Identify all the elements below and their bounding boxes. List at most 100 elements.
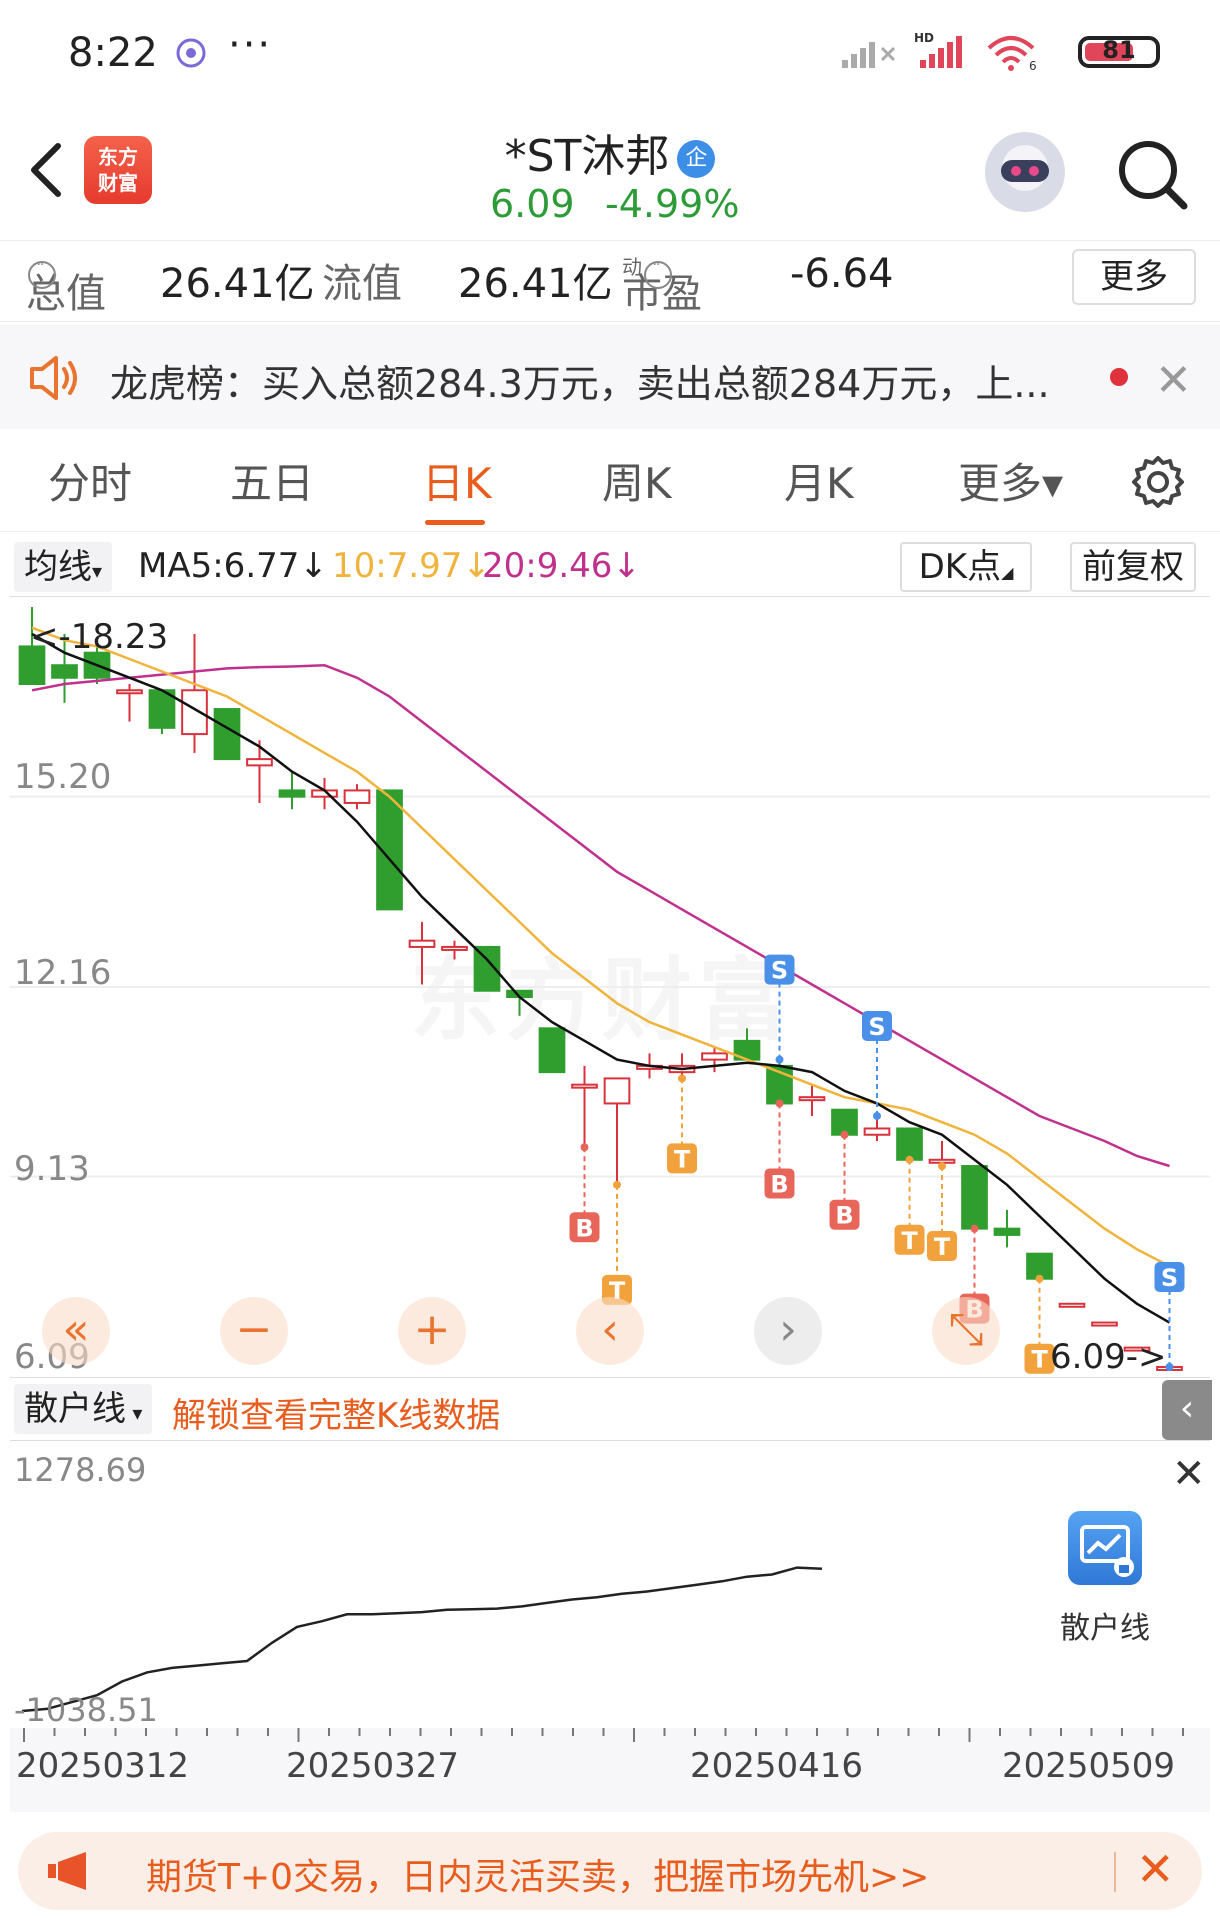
close-icon[interactable]: ✕ (1136, 1842, 1175, 1896)
metrics-row: 总值 26.41亿 流值 26.41亿 市盈动 -6.64 更多 (0, 240, 1220, 322)
sub-y-max: 1278.69 (14, 1451, 147, 1489)
sub-indicator-selector[interactable]: 散户线 ▾ (14, 1384, 153, 1434)
tab-monthly-k[interactable]: 月K (784, 450, 854, 511)
candle-body (538, 1027, 566, 1074)
ma20-text: 20:9.46 (482, 546, 613, 586)
x-label-2: 20250327 (286, 1746, 460, 1786)
signal-label: T (901, 1227, 918, 1255)
zoom-out-button[interactable]: − (220, 1297, 288, 1365)
status-time: 8:22 (68, 30, 158, 76)
signal-dot (1035, 1274, 1044, 1283)
candle-body (701, 1052, 728, 1061)
period-tabs: 分时 五日 日K 周K 月K 更多▾ (0, 432, 1220, 532)
forward-adjust-button[interactable]: 前复权 (1070, 542, 1196, 592)
x-label-4: 20250509 (1002, 1746, 1176, 1786)
unlock-link[interactable]: 解锁查看完整K线数据 (172, 1388, 500, 1437)
more-metrics-button[interactable]: 更多 (1072, 249, 1196, 305)
y-label-1: 15.20 (14, 757, 112, 797)
close-icon[interactable]: ✕ (1155, 355, 1192, 406)
candle-body (181, 689, 208, 736)
assistant-robot-icon[interactable] (985, 132, 1065, 212)
signal-dot (775, 1055, 784, 1064)
info-icon[interactable] (644, 257, 672, 289)
status-indicators: HD 6 81 (840, 30, 1160, 74)
battery-level: 81 (1102, 36, 1136, 64)
signal-icon (842, 42, 896, 68)
candle-body (798, 1096, 826, 1102)
svg-text:HD: HD (914, 31, 934, 45)
ma-selector[interactable]: 均线▾ (14, 542, 113, 592)
sub-indicator-bar: 散户线 ▾ 解锁查看完整K线数据 ‹ (0, 1380, 1220, 1440)
signal-label: T (674, 1145, 691, 1173)
ma20-line (31, 663, 1170, 1168)
retail-line (21, 1566, 823, 1713)
candle-body (993, 1227, 1021, 1236)
ma20-trend-icon: ↓ (612, 546, 641, 586)
candle-body (116, 689, 143, 695)
high-price-marker: <-18.23 (30, 617, 169, 657)
promo-text: 期货T+0交易，日内灵活买卖，把握市场先机>> (146, 1857, 930, 1898)
first-page-button[interactable]: « (42, 1297, 110, 1365)
signal-dot (840, 1130, 849, 1139)
kline-chart[interactable]: 东方财富 BTTSBBSTTBTS 15.20 12.16 9.13 6.09 … (10, 596, 1210, 1378)
stock-name: *ST沐邦 (504, 131, 670, 182)
gear-icon[interactable] (1130, 454, 1186, 510)
retail-line-promo-label: 散户线 (1060, 1611, 1150, 1646)
ma5-text: MA5:6.77 (138, 546, 300, 586)
signal-dot (580, 1143, 589, 1152)
alert-bar[interactable]: 龙虎榜：买入总额284.3万元，卖出总额284万元，上... ✕ (0, 325, 1220, 429)
candle-body (603, 1077, 631, 1105)
tab-five-day[interactable]: 五日 (230, 450, 314, 511)
signal-dot (1165, 1363, 1174, 1371)
float-value: 26.41亿 (458, 261, 613, 307)
candle-body (51, 664, 78, 679)
signal-label: B (770, 1170, 788, 1198)
status-bar: 8:22 ··· HD 6 81 (0, 0, 1220, 110)
collapse-icon[interactable]: ‹ (1162, 1380, 1212, 1440)
signal-label: S (1161, 1264, 1178, 1292)
battery-icon: 81 (1078, 36, 1160, 68)
wifi-icon: 6 (987, 36, 1037, 72)
ma10-text: 10:7.97 (332, 546, 463, 586)
signal-dot (775, 1099, 784, 1108)
dk-point-button[interactable]: DK点◢ (900, 542, 1032, 592)
next-button[interactable]: › (754, 1297, 822, 1365)
alert-text: 龙虎榜：买入总额284.3万元，卖出总额284万元，上... (110, 362, 1050, 406)
close-icon[interactable]: ✕ (1172, 1451, 1206, 1497)
tab-more[interactable]: 更多▾ (958, 450, 1063, 511)
pe-label-group: 市盈动 (622, 251, 702, 317)
candle-body (246, 758, 273, 767)
tab-intraday[interactable]: 分时 (48, 450, 132, 511)
notification-icon (176, 38, 206, 68)
candle-body (1058, 1302, 1086, 1308)
info-icon[interactable] (28, 257, 56, 289)
stock-price: 6.09 (490, 182, 575, 226)
y-label-2: 12.16 (14, 953, 112, 993)
candle-body (343, 789, 371, 804)
signal-label: S (771, 957, 788, 985)
retail-line-chart[interactable]: 1278.69 -1038.51 ✕ 散户线 (10, 1440, 1210, 1730)
fullscreen-button[interactable]: ⤡ (932, 1297, 1000, 1365)
ma5-trend-icon: ↓ (299, 546, 328, 586)
retail-line-promo[interactable]: 散户线 (1000, 1511, 1210, 1681)
enterprise-badge: 企 (677, 140, 716, 178)
signal-dot (613, 1180, 621, 1189)
candle-body (278, 789, 306, 798)
prev-button[interactable]: ‹ (576, 1297, 644, 1365)
search-icon[interactable] (1112, 134, 1192, 214)
low-price-marker: 6.09-> (1050, 1337, 1167, 1377)
zoom-in-button[interactable]: + (398, 1297, 466, 1365)
tab-daily-k[interactable]: 日K (422, 450, 492, 511)
svg-text:6: 6 (1029, 59, 1037, 72)
candle-body (408, 939, 436, 948)
signal-label: B (575, 1214, 593, 1242)
signal-dot (905, 1155, 914, 1164)
tab-weekly-k[interactable]: 周K (602, 450, 672, 511)
megaphone-icon (48, 1852, 86, 1890)
promo-banner[interactable]: 期货T+0交易，日内灵活买卖，把握市场先机>> ✕ (18, 1832, 1202, 1910)
signal-dot (678, 1074, 686, 1083)
x-label-1: 20250312 (16, 1746, 190, 1786)
speaker-icon (30, 356, 77, 400)
pe-value: -6.64 (790, 251, 894, 297)
ma5-line (31, 632, 1171, 1324)
